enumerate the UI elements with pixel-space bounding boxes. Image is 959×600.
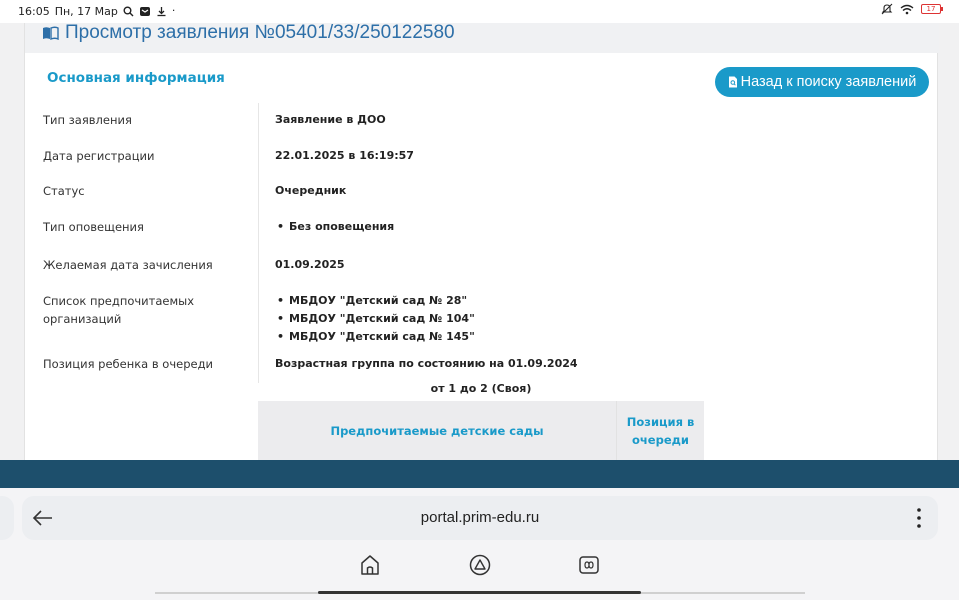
status-label: Статус — [43, 184, 85, 198]
wifi-icon — [900, 4, 914, 14]
battery-icon: 17 — [921, 4, 943, 14]
orgs-value: МБДОУ "Детский сад № 28" МБДОУ "Детский … — [275, 292, 475, 346]
address-bar[interactable]: portal.prim-edu.ru — [22, 496, 938, 540]
search-icon — [123, 6, 134, 16]
gesture-handle[interactable] — [318, 591, 641, 594]
reg-date-label: Дата регистрации — [43, 149, 155, 163]
org-item: МБДОУ "Детский сад № 104" — [275, 310, 475, 328]
status-date: Пн, 17 Мар — [54, 4, 118, 18]
column-header-kindergartens: Предпочитаемые детские сады — [330, 423, 544, 438]
dot-icon: · — [171, 4, 176, 17]
card-header: Просмотр заявления №05401/33/250122580 — [25, 23, 939, 53]
org-item: МБДОУ "Детский сад № 145" — [275, 328, 475, 346]
status-bar: 16:05 Пн, 17 Мар · 17 — [0, 0, 959, 23]
queue-table-header: Предпочитаемые детские сады Позиция в оч… — [258, 401, 704, 460]
tabs-icon[interactable] — [578, 554, 600, 576]
mute-icon — [881, 3, 893, 15]
status-value: Очередник — [275, 184, 347, 197]
type-label: Тип заявления — [43, 113, 132, 127]
notify-item: Без оповещения — [275, 218, 394, 236]
age-range: от 1 до 2 (Своя) — [430, 382, 532, 395]
back-to-search-label: Назад к поиску заявлений — [740, 74, 917, 90]
page-title: Просмотр заявления №05401/33/250122580 — [42, 23, 455, 44]
section-title: Основная информация — [47, 70, 225, 86]
page-footer-band — [0, 460, 959, 488]
position-label: Позиция ребенка в очереди — [43, 357, 213, 371]
home-icon[interactable] — [359, 554, 381, 576]
notify-label: Тип оповещения — [43, 220, 144, 234]
tab-stub[interactable] — [0, 496, 14, 540]
notify-value: Без оповещения — [275, 218, 394, 236]
page-title-text: Просмотр заявления №05401/33/250122580 — [65, 23, 455, 43]
application-card: Просмотр заявления №05401/33/250122580 О… — [24, 23, 939, 460]
position-value: Возрастная группа по состоянию на 01.09.… — [275, 357, 578, 370]
column-divider — [258, 103, 259, 383]
more-menu-icon[interactable] — [912, 506, 926, 530]
org-item: МБДОУ "Детский сад № 28" — [275, 292, 475, 310]
assistant-icon[interactable] — [469, 554, 491, 576]
enroll-date-value: 01.09.2025 — [275, 258, 345, 271]
status-time: 16:05 — [18, 4, 50, 18]
column-header-position: Позиция в очереди — [616, 401, 704, 460]
page-content: Просмотр заявления №05401/33/250122580 О… — [0, 23, 959, 460]
download-icon — [157, 6, 166, 16]
document-search-icon — [728, 76, 737, 88]
orgs-label: Список предпочитаемых организаций — [43, 294, 195, 326]
book-icon — [43, 26, 59, 40]
browser-toolbar: portal.prim-edu.ru — [0, 488, 959, 600]
url-text[interactable]: portal.prim-edu.ru — [22, 496, 938, 540]
reg-date-value: 22.01.2025 в 16:19:57 — [275, 149, 414, 162]
back-to-search-button[interactable]: Назад к поиску заявлений — [715, 67, 929, 97]
enroll-date-label: Желаемая дата зачисления — [43, 258, 213, 272]
type-value: Заявление в ДОО — [275, 113, 386, 126]
mail-icon — [139, 6, 150, 16]
